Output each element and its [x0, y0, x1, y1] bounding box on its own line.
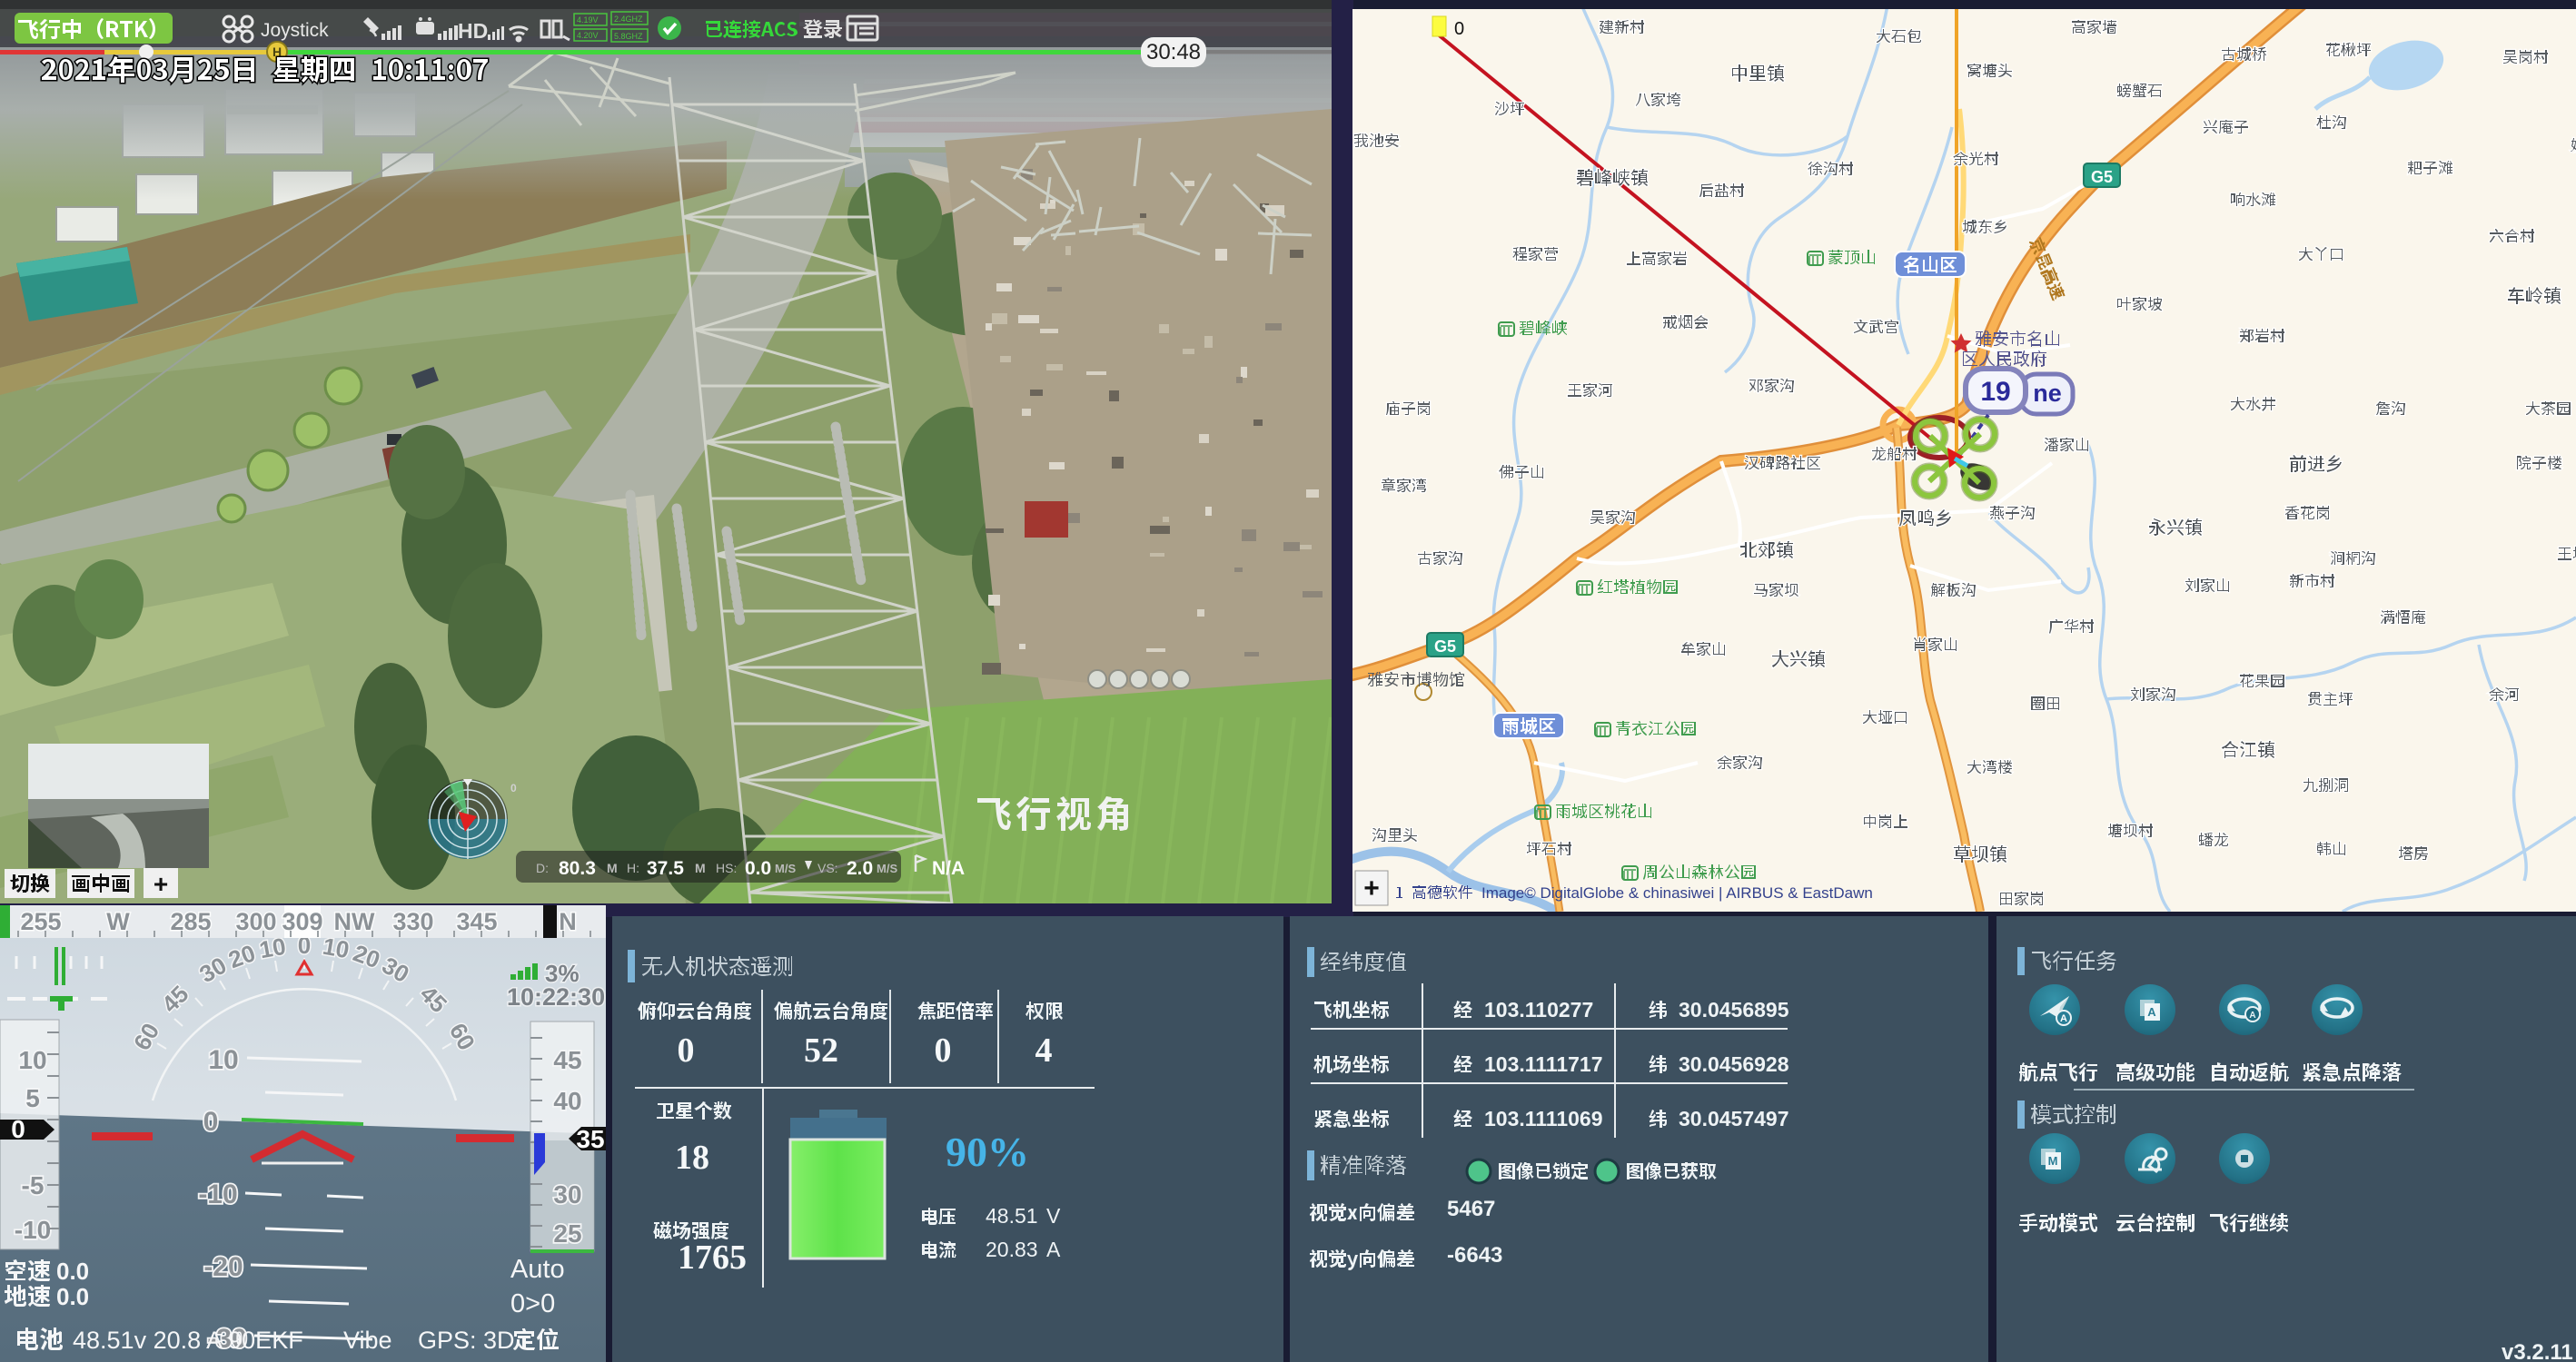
svg-text:Joystick: Joystick — [261, 20, 329, 41]
svg-text:30: 30 — [553, 1180, 581, 1209]
svg-text:20.83: 20.83 — [986, 1238, 1038, 1261]
svg-text:80.3: 80.3 — [559, 858, 596, 879]
svg-text:30.0456928: 30.0456928 — [1679, 1052, 1789, 1076]
svg-text:35: 35 — [576, 1125, 604, 1153]
svg-text:48.51: 48.51 — [986, 1204, 1038, 1228]
svg-text:M: M — [607, 861, 618, 875]
svg-text:HD: HD — [458, 19, 488, 43]
svg-text:30.0457497: 30.0457497 — [1679, 1107, 1789, 1130]
svg-text:0: 0 — [203, 1107, 219, 1137]
svg-text:Image© DigitalGlobe & chinasiw: Image© DigitalGlobe & chinasiwei | AIRBU… — [1481, 884, 1873, 902]
svg-text:-6643: -6643 — [1447, 1243, 1502, 1268]
svg-text:0: 0 — [935, 1031, 952, 1070]
svg-text:0: 0 — [1454, 19, 1464, 39]
svg-text:VS:: VS: — [817, 861, 838, 875]
svg-text:2.0: 2.0 — [847, 858, 873, 879]
svg-text:19: 19 — [1980, 377, 2010, 407]
svg-text:103.110277: 103.110277 — [1484, 998, 1593, 1022]
svg-text:Auto: Auto — [510, 1255, 565, 1284]
svg-text:M/S: M/S — [877, 862, 897, 875]
svg-text:10:22:30: 10:22:30 — [507, 983, 605, 1011]
svg-text:300: 300 — [235, 908, 276, 935]
svg-text:255: 255 — [20, 908, 61, 935]
svg-text:Vibe: Vibe — [343, 1327, 392, 1354]
svg-text:N: N — [559, 908, 577, 935]
svg-text:5.8GHZ: 5.8GHZ — [614, 32, 643, 41]
svg-text:ne: ne — [2033, 380, 2062, 407]
svg-text:N/A: N/A — [932, 858, 965, 879]
svg-text:G5: G5 — [1434, 637, 1456, 656]
svg-text:G5: G5 — [2091, 168, 2113, 186]
svg-text:30.0456895: 30.0456895 — [1679, 998, 1789, 1022]
svg-text:0>0: 0>0 — [510, 1289, 555, 1318]
svg-text:4.20V: 4.20V — [577, 31, 599, 40]
svg-text:-10: -10 — [15, 1216, 51, 1244]
svg-text:45: 45 — [553, 1046, 581, 1074]
svg-text:25: 25 — [553, 1219, 581, 1248]
svg-text:M: M — [2048, 1154, 2058, 1168]
svg-text:52: 52 — [804, 1031, 838, 1070]
svg-text:10: 10 — [208, 1045, 238, 1075]
svg-text:-5: -5 — [22, 1171, 45, 1199]
svg-text:0.0: 0.0 — [56, 1258, 89, 1285]
svg-text:-20: -20 — [203, 1252, 243, 1282]
svg-text:4.19V: 4.19V — [577, 15, 599, 25]
svg-text:NW: NW — [334, 908, 375, 935]
svg-text:285: 285 — [170, 908, 211, 935]
svg-text:1765: 1765 — [678, 1239, 747, 1277]
svg-text:v3.2.11: v3.2.11 — [2502, 1340, 2573, 1362]
svg-text:5467: 5467 — [1447, 1197, 1495, 1221]
svg-text:A: A — [2060, 1013, 2067, 1024]
svg-text:A: A — [2147, 1005, 2156, 1019]
svg-text:103.1111069: 103.1111069 — [1484, 1107, 1603, 1130]
svg-text:0.0: 0.0 — [56, 1283, 89, 1310]
svg-text:103.1111717: 103.1111717 — [1484, 1052, 1603, 1076]
svg-text:+: + — [154, 870, 168, 898]
svg-text:+: + — [1363, 873, 1380, 903]
svg-text:5: 5 — [25, 1084, 40, 1112]
svg-text:HS:: HS: — [716, 861, 737, 875]
svg-text:D:: D: — [536, 861, 549, 875]
svg-text:A: A — [1046, 1238, 1061, 1261]
svg-text:30:48: 30:48 — [1146, 40, 1201, 64]
svg-text:0.0: 0.0 — [745, 858, 771, 879]
svg-text:GPS: 3D: GPS: 3D — [418, 1327, 515, 1354]
svg-text:A: A — [2249, 1011, 2255, 1021]
svg-text:90%: 90% — [946, 1129, 1029, 1175]
svg-text:48.51v 20.8 A 90EKF: 48.51v 20.8 A 90EKF — [73, 1327, 303, 1354]
svg-text:0: 0 — [678, 1031, 695, 1070]
svg-text:0: 0 — [510, 782, 517, 794]
svg-text:18: 18 — [675, 1139, 709, 1177]
svg-text:-10: -10 — [198, 1179, 237, 1209]
svg-text:40: 40 — [553, 1087, 581, 1115]
svg-text:37.5: 37.5 — [647, 858, 684, 879]
svg-text:H:: H: — [627, 861, 639, 875]
svg-text:0: 0 — [11, 1115, 25, 1143]
svg-text:345: 345 — [456, 908, 497, 935]
svg-text:2.4GHZ: 2.4GHZ — [614, 15, 643, 24]
svg-text:309: 309 — [282, 908, 322, 935]
svg-text:M/S: M/S — [775, 862, 796, 875]
svg-text:M: M — [695, 861, 706, 875]
svg-text:10: 10 — [18, 1046, 46, 1074]
svg-text:4: 4 — [1035, 1031, 1053, 1070]
svg-text:V: V — [1046, 1204, 1061, 1228]
